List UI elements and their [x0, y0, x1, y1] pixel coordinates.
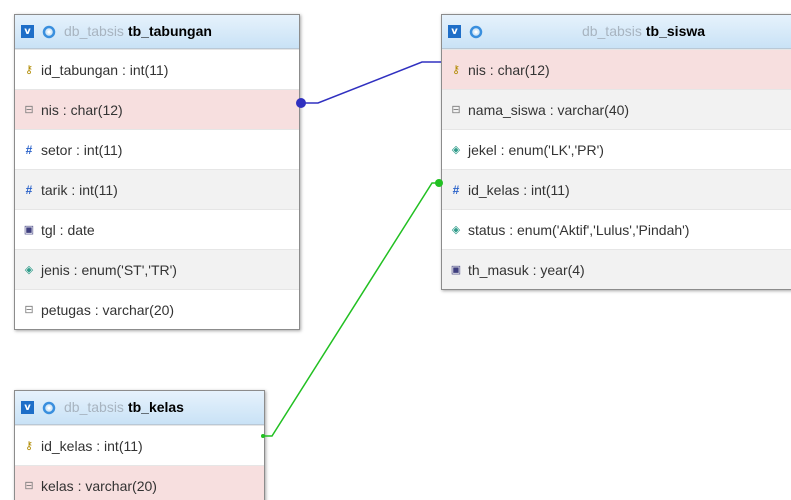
column-label: jekel : enum('LK','PR') — [468, 141, 604, 158]
database-name: db_tabsis — [64, 22, 124, 39]
table-header[interactable]: v db_tabsis tb_kelas — [15, 391, 264, 425]
column-row[interactable]: ◈ jekel : enum('LK','PR') — [442, 129, 791, 169]
collapse-toggle-button[interactable]: v — [21, 25, 34, 38]
column-row[interactable]: ▣ tgl : date — [15, 209, 299, 249]
gear-icon[interactable] — [42, 401, 56, 415]
collapse-toggle-button[interactable]: v — [21, 401, 34, 414]
table-header[interactable]: v db_tabsis tb_siswa — [442, 15, 791, 49]
column-row[interactable]: ◈ jenis : enum('ST','TR') — [15, 249, 299, 289]
database-name: db_tabsis — [581, 22, 642, 39]
date-column-icon: ▣ — [23, 224, 35, 236]
key-icon: ⚷ — [451, 64, 461, 76]
numeric-column-icon: # — [25, 182, 33, 197]
numeric-column-icon: # — [25, 142, 33, 157]
column-row[interactable]: ⚷ id_tabungan : int(11) — [15, 49, 299, 89]
table-header[interactable]: v db_tabsis tb_tabungan — [15, 15, 299, 49]
column-row[interactable]: ⚷ id_kelas : int(11) — [15, 425, 264, 465]
key-icon: ⚷ — [24, 64, 34, 76]
column-label: nis : char(12) — [41, 101, 123, 118]
relation-line-tabungan-siswa[interactable] — [299, 61, 441, 104]
numeric-column-icon: # — [452, 182, 460, 197]
table-name: tb_siswa — [645, 22, 706, 39]
date-column-icon: ▣ — [450, 264, 462, 276]
column-row[interactable]: ⊟ kelas : varchar(20) — [15, 465, 264, 500]
text-column-icon: ⊟ — [24, 104, 34, 116]
text-column-icon: ⊟ — [451, 104, 461, 116]
column-label: tarik : int(11) — [41, 181, 118, 198]
column-label: jenis : enum('ST','TR') — [41, 261, 177, 278]
key-icon: ⚷ — [24, 440, 34, 452]
column-row[interactable]: # setor : int(11) — [15, 129, 299, 169]
table-title: db_tabsis tb_siswa — [483, 23, 791, 41]
database-name: db_tabsis — [64, 398, 124, 415]
column-label: nis : char(12) — [468, 61, 550, 78]
table-name: tb_kelas — [127, 398, 184, 415]
column-label: tgl : date — [41, 221, 95, 238]
column-label: id_kelas : int(11) — [468, 181, 570, 198]
table-tb-kelas[interactable]: v db_tabsis tb_kelas ⚷ id_kelas : int(11)… — [14, 390, 265, 500]
column-row[interactable]: ◈ status : enum('Aktif','Lulus','Pindah'… — [442, 209, 791, 249]
column-label: nama_siswa : varchar(40) — [468, 101, 630, 118]
text-column-icon: ⊟ — [24, 480, 34, 492]
text-column-icon: ⊟ — [24, 304, 34, 316]
column-label: status : enum('Aktif','Lulus','Pindah') — [468, 221, 690, 238]
column-label: setor : int(11) — [41, 141, 123, 158]
enum-column-icon: ◈ — [24, 264, 34, 276]
gear-icon[interactable] — [42, 25, 56, 39]
designer-canvas: v db_tabsis tb_tabungan ⚷ id_tabungan : i… — [0, 0, 791, 500]
collapse-toggle-button[interactable]: v — [448, 25, 461, 38]
table-title: db_tabsis tb_tabungan — [56, 23, 299, 41]
column-row[interactable]: ⚷ nis : char(12) — [442, 49, 791, 89]
table-title: db_tabsis tb_kelas — [56, 399, 264, 417]
column-row[interactable]: ⊟ nis : char(12) — [15, 89, 299, 129]
column-label: petugas : varchar(20) — [41, 301, 175, 318]
column-row[interactable]: ⊟ petugas : varchar(20) — [15, 289, 299, 329]
gear-icon[interactable] — [469, 25, 483, 39]
column-row[interactable]: ⊟ nama_siswa : varchar(40) — [442, 89, 791, 129]
enum-column-icon: ◈ — [451, 224, 461, 236]
table-tb-tabungan[interactable]: v db_tabsis tb_tabungan ⚷ id_tabungan : i… — [14, 14, 300, 330]
enum-column-icon: ◈ — [451, 144, 461, 156]
table-tb-siswa[interactable]: v db_tabsis tb_siswa ⚷ nis : char(12) ⊟ n… — [441, 14, 791, 290]
column-label: id_kelas : int(11) — [41, 437, 143, 454]
column-label: id_tabungan : int(11) — [41, 61, 169, 78]
column-row[interactable]: ▣ th_masuk : year(4) — [442, 249, 791, 289]
column-label: th_masuk : year(4) — [468, 261, 585, 278]
column-row[interactable]: # tarik : int(11) — [15, 169, 299, 209]
table-name: tb_tabungan — [127, 22, 212, 39]
column-label: kelas : varchar(20) — [41, 477, 157, 494]
column-row[interactable]: # id_kelas : int(11) — [442, 169, 791, 209]
